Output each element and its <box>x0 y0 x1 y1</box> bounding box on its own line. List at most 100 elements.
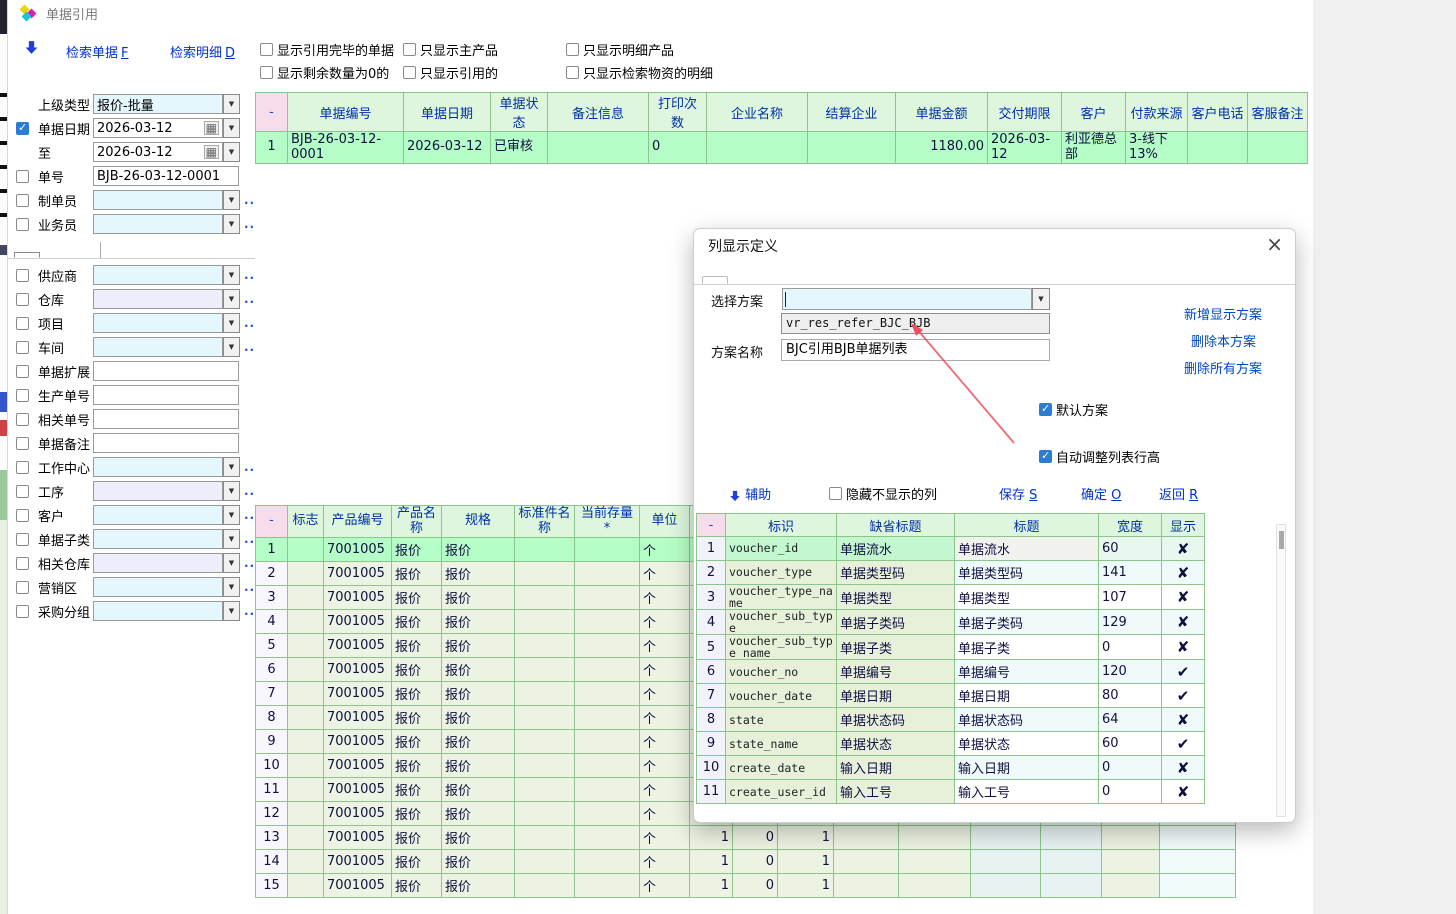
cell-extra[interactable] <box>1102 850 1160 874</box>
cell-extra[interactable] <box>1102 874 1160 898</box>
dropdown-arrow[interactable]: ▼ <box>223 94 240 114</box>
cell-unit[interactable]: 个 <box>640 706 690 730</box>
cell-product-name[interactable]: 报价 <box>392 562 442 586</box>
cell-stock[interactable] <box>575 706 640 730</box>
filter-checkbox[interactable] <box>16 533 29 546</box>
cell-product-no[interactable]: 7001005 <box>324 586 392 610</box>
browse-dots-button[interactable]: .. <box>244 580 255 594</box>
cell-stock[interactable] <box>575 802 640 826</box>
cell-std-name[interactable] <box>515 658 575 682</box>
cell-spec[interactable]: 报价 <box>442 538 515 562</box>
cell-spec[interactable]: 报价 <box>442 850 515 874</box>
cell-product-no[interactable]: 7001005 <box>324 874 392 898</box>
checkbox-box[interactable] <box>1039 450 1052 463</box>
cell-title[interactable]: 单据类型码 <box>955 561 1099 585</box>
cell-amount[interactable]: 1180.00 <box>896 132 988 164</box>
cell-default-title[interactable]: 单据编号 <box>837 660 955 684</box>
cell-visible-toggle[interactable]: ✘ <box>1162 780 1205 804</box>
browse-dots-button[interactable]: .. <box>244 604 255 618</box>
cell-flag[interactable] <box>288 706 324 730</box>
filter-checkbox[interactable] <box>16 122 29 135</box>
cell-std-name[interactable] <box>515 682 575 706</box>
cell-width[interactable]: 141 <box>1099 561 1162 585</box>
scheme-combobox[interactable] <box>782 288 1032 310</box>
cell-width[interactable]: 0 <box>1099 635 1162 660</box>
corner-header[interactable]: - <box>256 93 288 132</box>
sidebar-tab[interactable] <box>14 252 40 258</box>
cell-visible-toggle[interactable]: ✔ <box>1162 732 1205 756</box>
corner-header[interactable]: - <box>697 514 726 537</box>
col-header[interactable]: 当前存量* <box>575 506 640 538</box>
column-row[interactable]: 11 create_user_id 输入工号 输入工号 0 ✘ <box>697 780 1205 804</box>
filter-checkbox[interactable] <box>16 509 29 522</box>
cell-visible-toggle[interactable]: ✘ <box>1162 537 1205 561</box>
cell-extra[interactable] <box>1041 874 1102 898</box>
detail-row[interactable]: 15 7001005 报价 报价 个 1 0 1 <box>256 874 1236 898</box>
col-header[interactable]: 产品名称 <box>392 506 442 538</box>
dropdown-arrow[interactable]: ▼ <box>223 142 240 162</box>
cell-spec[interactable]: 报价 <box>442 874 515 898</box>
col-header[interactable]: 标志 <box>288 506 324 538</box>
filter-checkbox[interactable] <box>16 557 29 570</box>
cell-product-name[interactable]: 报价 <box>392 634 442 658</box>
cell-width[interactable]: 60 <box>1099 732 1162 756</box>
cell-product-name[interactable]: 报价 <box>392 658 442 682</box>
cell-title[interactable]: 单据子类 <box>955 635 1099 660</box>
search-details-button[interactable]: 检索明细D <box>170 42 235 61</box>
filter-checkbox[interactable] <box>16 269 29 282</box>
cell-stock[interactable] <box>575 778 640 802</box>
checkbox-box[interactable] <box>1039 403 1052 416</box>
cell-visible-toggle[interactable]: ✘ <box>1162 610 1205 635</box>
cell-spec[interactable]: 报价 <box>442 706 515 730</box>
dropdown-arrow[interactable]: ▼ <box>223 313 240 333</box>
column-row[interactable]: 7 voucher_date 单据日期 单据日期 80 ✔ <box>697 684 1205 708</box>
cell-qty2[interactable]: 0 <box>733 826 778 850</box>
cell-unit[interactable]: 个 <box>640 562 690 586</box>
checkbox-box[interactable] <box>566 43 579 56</box>
cell-unit[interactable]: 个 <box>640 658 690 682</box>
col-header[interactable]: 单据日期 <box>404 93 491 132</box>
browse-dots-button[interactable]: .. <box>244 292 255 306</box>
cell-default-title[interactable]: 输入日期 <box>837 756 955 780</box>
cell-field-id[interactable]: create_user_id <box>726 780 837 804</box>
cell-stock[interactable] <box>575 634 640 658</box>
cell-product-name[interactable]: 报价 <box>392 538 442 562</box>
cell-unit[interactable]: 个 <box>640 610 690 634</box>
cell-field-id[interactable]: voucher_sub_type <box>726 610 837 635</box>
collapse-arrow-icon[interactable] <box>24 40 39 55</box>
checkbox-box[interactable] <box>829 487 842 500</box>
col-header[interactable]: 备注信息 <box>548 93 649 132</box>
cell-spec[interactable]: 报价 <box>442 754 515 778</box>
cell-stock[interactable] <box>575 610 640 634</box>
cell-stock[interactable] <box>575 682 640 706</box>
cell-field-id[interactable]: voucher_type <box>726 561 837 585</box>
cell-product-name[interactable]: 报价 <box>392 706 442 730</box>
checkbox-box[interactable] <box>260 66 273 79</box>
cell-product-name[interactable]: 报价 <box>392 826 442 850</box>
browse-dots-button[interactable]: .. <box>244 556 255 570</box>
cell-unit[interactable]: 个 <box>640 802 690 826</box>
cell-flag[interactable] <box>288 634 324 658</box>
col-header[interactable]: 单位 <box>640 506 690 538</box>
cell-stock[interactable] <box>575 562 640 586</box>
cell-stock[interactable] <box>575 658 640 682</box>
col-header[interactable]: 显示 <box>1162 514 1205 537</box>
cell-unit[interactable]: 个 <box>640 538 690 562</box>
dropdown-arrow[interactable]: ▼ <box>223 457 240 477</box>
cell-visible-toggle[interactable]: ✔ <box>1162 684 1205 708</box>
filter-input[interactable]: ▦ <box>93 553 223 573</box>
cell-qty3[interactable]: 1 <box>778 826 834 850</box>
dropdown-arrow[interactable]: ▼ <box>223 289 240 309</box>
help-button[interactable]: 辅助 <box>729 484 771 503</box>
filter-input[interactable]: ▦ <box>93 337 223 357</box>
toolbar-checkbox[interactable]: 只显示主产品 <box>403 38 553 61</box>
dropdown-arrow[interactable]: ▼ <box>223 505 240 525</box>
cell-qty1[interactable]: 1 <box>690 850 733 874</box>
browse-dots-button[interactable]: .. <box>244 340 255 354</box>
cell-extra[interactable] <box>899 826 971 850</box>
cell-stock[interactable] <box>575 826 640 850</box>
cell-default-title[interactable]: 单据类型 <box>837 585 955 610</box>
filter-input[interactable]: BJB-26-03-12-0001▦ <box>93 166 239 186</box>
cell-default-title[interactable]: 输入工号 <box>837 780 955 804</box>
cell-stock[interactable] <box>575 586 640 610</box>
